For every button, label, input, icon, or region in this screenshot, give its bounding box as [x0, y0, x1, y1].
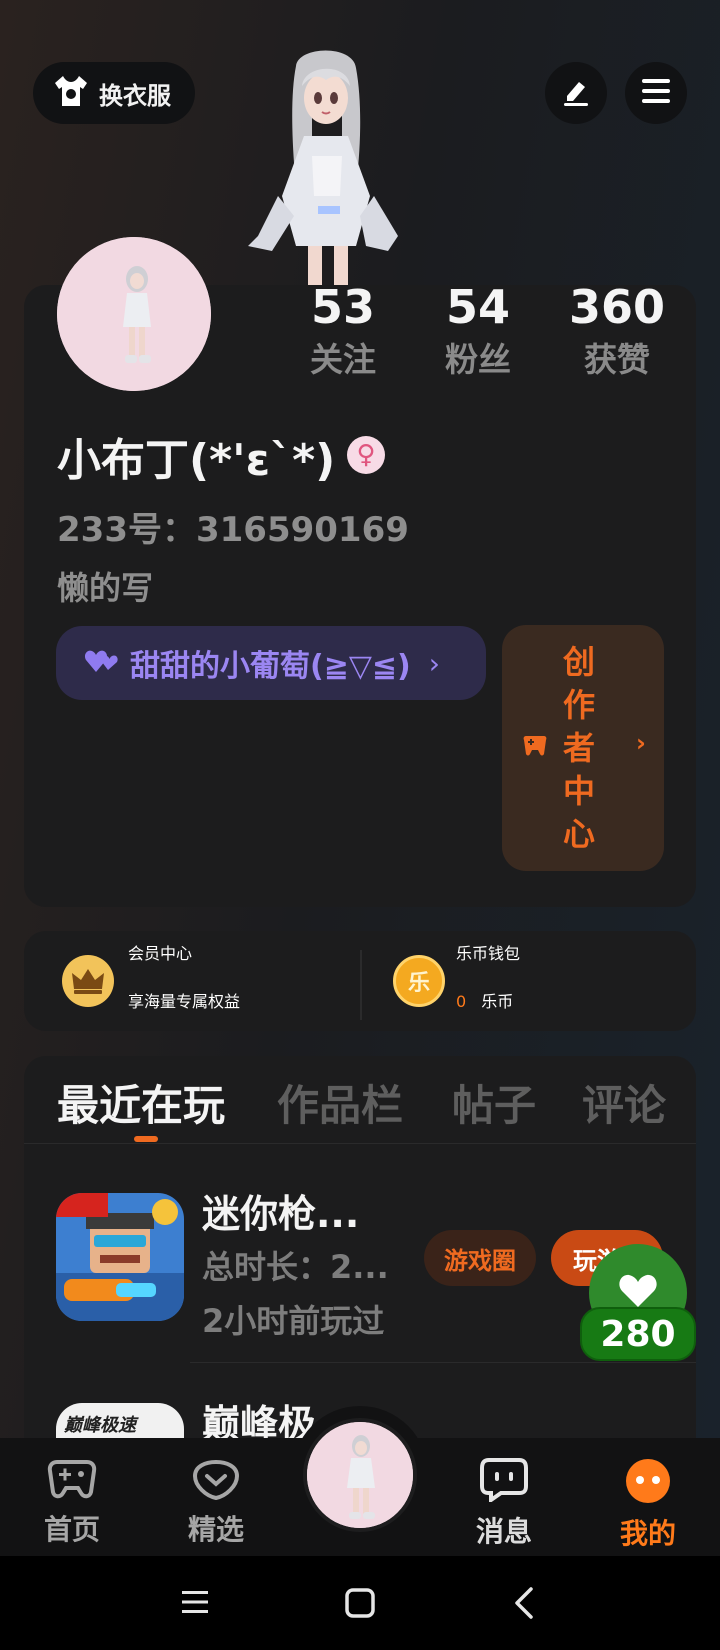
game-title[interactable]: 迷你枪... — [202, 1183, 359, 1238]
following-label: 关注 — [310, 340, 376, 379]
member-center-title-text: 会员中心 — [128, 944, 193, 963]
change-outfit-button[interactable]: 换衣服 — [33, 62, 195, 124]
change-outfit-label: 换衣服 — [99, 81, 171, 110]
wallet-balance: 0 乐币 — [456, 988, 513, 1012]
nav-center-avatar-button[interactable] — [303, 1418, 417, 1532]
fans-label: 粉丝 — [445, 340, 511, 379]
likes-received-count: 360 — [568, 280, 666, 334]
game-icon[interactable] — [56, 1193, 184, 1321]
home-square-icon[interactable] — [344, 1587, 376, 1623]
vertical-divider — [360, 950, 362, 1020]
chevron-right-icon: › — [636, 729, 646, 757]
game-last-played: 2小时前玩过 — [202, 1302, 385, 1340]
le-coin-glyph: 乐 — [407, 971, 430, 996]
tshirt-icon — [53, 74, 89, 112]
nav-messages-label: 消息 — [475, 1515, 532, 1548]
nav-me-label: 我的 — [619, 1517, 676, 1550]
nav-me[interactable]: 我的 — [588, 1458, 708, 1552]
member-center-title[interactable]: 会员中心 — [128, 940, 192, 964]
member-center-subtitle-text: 享海量专属权益 — [128, 992, 241, 1011]
bio: 懒的写 — [57, 569, 154, 607]
double-heart-icon — [84, 648, 118, 678]
nav-home[interactable]: 首页 — [12, 1458, 132, 1548]
heart-chat-icon — [191, 1459, 241, 1504]
nav-featured[interactable]: 精选 — [156, 1458, 276, 1548]
row-divider — [190, 1362, 696, 1363]
game-icon[interactable]: 巅峰极速 — [56, 1403, 184, 1443]
likes-received-label: 获赞 — [584, 340, 650, 379]
menu-button[interactable] — [625, 62, 687, 124]
wallet-title-text: 乐币钱包 — [456, 944, 521, 963]
tab-works[interactable]: 作品栏 — [277, 1072, 403, 1133]
game-icon-text: 巅峰极速 — [64, 1415, 136, 1436]
recent-apps-icon[interactable] — [180, 1588, 210, 1620]
member-center-entry[interactable] — [62, 955, 114, 1007]
wallet-amount: 0 — [456, 992, 467, 1011]
wallet-entry[interactable]: 乐 — [393, 955, 445, 1007]
le-coin-icon: 乐 — [393, 955, 445, 1007]
nav-featured-label: 精选 — [187, 1513, 244, 1546]
nav-home-label: 首页 — [43, 1513, 100, 1546]
stat-fans[interactable]: 54 粉丝 — [418, 280, 538, 382]
like-count-badge: 280 — [580, 1307, 696, 1361]
fan-group-badge[interactable]: 甜甜的小葡萄(≧▽≦) › — [56, 626, 486, 700]
fans-count: 54 — [445, 280, 510, 334]
gamepad-icon — [47, 1460, 97, 1504]
crown-icon — [62, 955, 114, 1007]
edit-profile-button[interactable] — [545, 62, 607, 124]
wallet-unit: 乐币 — [481, 992, 514, 1011]
tab-comments[interactable]: 评论 — [582, 1072, 666, 1133]
chevron-right-icon: › — [428, 646, 440, 680]
fan-group-name: 甜甜的小葡萄(≧▽≦) — [130, 649, 411, 684]
active-tab-indicator — [134, 1136, 158, 1142]
message-icon — [479, 1458, 529, 1506]
back-arrow-icon[interactable] — [512, 1586, 536, 1624]
gender-symbol: ♀ — [356, 440, 376, 470]
username: 小布丁(*'ε`*) — [57, 435, 336, 486]
user-id: 233号：316590169 — [57, 510, 409, 550]
nav-messages[interactable]: 消息 — [444, 1458, 564, 1550]
female-gender-icon: ♀ — [347, 436, 385, 474]
creator-center-button[interactable]: 创作者中心 › — [502, 625, 664, 871]
game-total-time: 总时长：2... — [202, 1248, 389, 1286]
game-circle-button[interactable]: 游戏圈 — [424, 1230, 536, 1286]
tabs-divider — [24, 1143, 696, 1144]
wallet-title[interactable]: 乐币钱包 — [456, 940, 520, 964]
pencil-icon — [559, 74, 593, 112]
stat-following[interactable]: 53 关注 — [283, 280, 403, 382]
game-controller-icon — [522, 732, 548, 762]
profile-face-icon — [625, 1459, 671, 1508]
tab-recently-played[interactable]: 最近在玩 — [57, 1072, 225, 1133]
member-center-subtitle: 享海量专属权益 — [128, 988, 240, 1012]
creator-center-label: 创作者中心 — [562, 643, 595, 853]
avatar[interactable] — [57, 237, 211, 391]
stat-likes[interactable]: 360 获赞 — [557, 280, 677, 382]
tab-posts[interactable]: 帖子 — [452, 1072, 536, 1133]
hamburger-menu-icon — [640, 77, 672, 109]
following-count: 53 — [310, 280, 375, 334]
system-navigation-bar — [0, 1556, 720, 1650]
character-avatar-figure[interactable] — [238, 46, 418, 286]
